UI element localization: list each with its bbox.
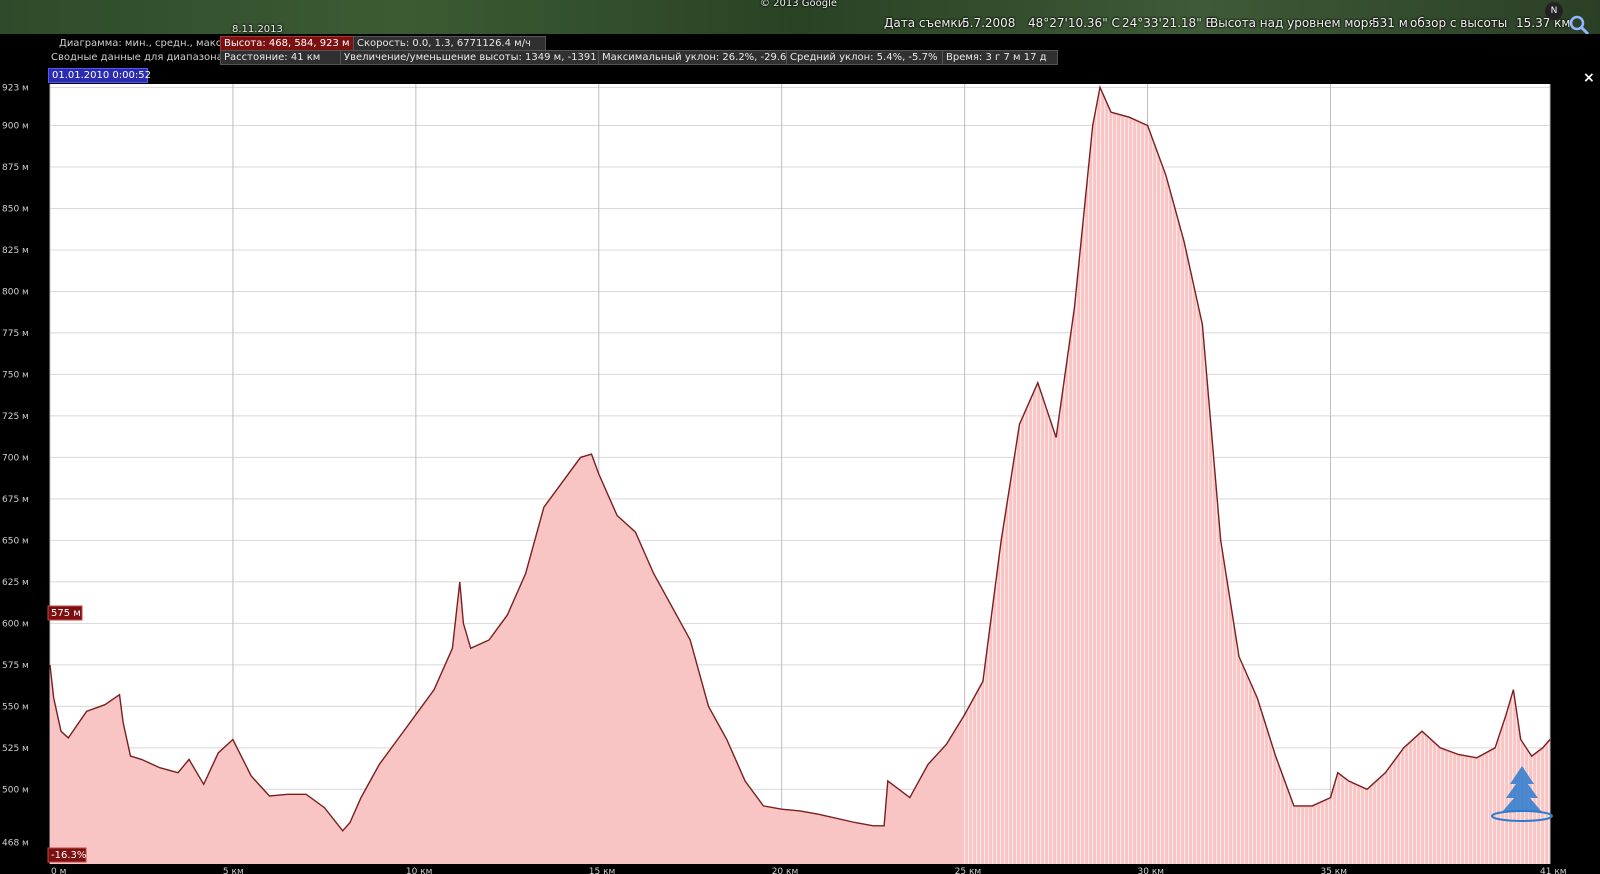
copyright-text: © 2013 Google [760,0,838,9]
y-tick-label: 825 м [2,246,29,256]
y-tick-label: 500 м [2,785,29,795]
x-tick-label: 10 км [406,867,433,874]
y-tick-label: 850 м [2,204,29,214]
height-stat-box[interactable]: Высота: 468, 584, 923 м [220,36,356,51]
y-tick-label: 550 м [2,702,29,712]
y-tick-label: 700 м [2,453,29,463]
elevation-chart[interactable]: 468 м 500 м 525 м 550 м 575 м 600 м 625 м 650 м… [0,80,1600,874]
slope-label: -16.3% [51,850,86,861]
y-tick-label: 750 м [2,370,29,380]
y-tick-label: 650 м [2,536,29,546]
y-tick-label: 875 м [2,163,29,173]
y-tick-label: 600 м [2,619,29,629]
elevation-readout: 531 м [1372,16,1408,30]
plot-area [50,84,1550,864]
terra-logo [1486,762,1558,846]
imagery-date-label: Дата съемки: [884,16,970,30]
y-tick-label: 900 м [2,121,29,131]
max-slope-box: Максимальный уклон: 26.2%, -29.6% [598,50,796,65]
search-icon[interactable] [1568,14,1590,36]
y-tick-label: 775 м [2,329,29,339]
y-tick-label: 800 м [2,287,29,297]
chart-minmax-label: Диаграмма: мин., средн., макс.: [59,38,228,49]
x-tick-label: 20 км [772,867,799,874]
x-tick-label: 25 км [955,867,982,874]
y-tick-label: 725 м [2,412,29,422]
y-tick-label: 625 м [2,578,29,588]
distance-stat-box: Расстояние: 41 км [220,50,346,65]
y-tick-label: 675 м [2,495,29,505]
eye-altitude-label: обзор с высоты [1410,16,1508,30]
longitude-readout: 24°33'21.18" В [1122,16,1214,30]
x-tick-label: 41 км [1540,867,1567,874]
slope-badge: -16.3% [47,847,87,863]
range-summary-label: Сводные данные для диапазона [51,52,223,63]
time-stat-box: Время: 3 г 7 м 17 д [942,50,1058,65]
imagery-date: 5.7.2008 [962,16,1016,30]
tree-logo-icon [1491,766,1553,822]
eye-altitude-readout: 15.37 км [1516,16,1571,30]
x-tick-label: 5 км [223,867,244,874]
y-tick-label: 525 м [2,744,29,754]
x-tick-label: 15 км [589,867,616,874]
marker-value-badge: 575 м [47,605,83,621]
x-axis-labels: 0 м 5 км 10 км 15 км 20 км 25 км 30 км 35 км 41 … [51,867,1567,874]
speed-stat-box[interactable]: Скорость: 0.0, 1.3, 6771126.4 м/ч [353,36,546,51]
y-axis-labels: 468 м 500 м 525 м 550 м 575 м 600 м 625 м 650 м… [2,83,29,848]
elevation-gain-box: Увеличение/уменьшение высоты: 1349 м, -1… [340,50,607,65]
marker-value-label: 575 м [51,608,81,619]
x-tick-label: 30 км [1138,867,1165,874]
latitude-readout: 48°27'10.36" С [1028,16,1120,30]
y-tick-label: 468 м [2,838,29,848]
compass-icon[interactable]: N [1545,2,1563,20]
y-tick-label: 923 м [2,83,29,93]
x-tick-label: 0 м [51,867,66,874]
avg-slope-box: Средний уклон: 5.4%, -5.7% [786,50,948,65]
map-info-bar: © 2013 Google 8.11.2013 Дата съемки: 5.7… [0,0,1600,36]
y-tick-label: 575 м [2,661,29,671]
elevation-label: Высота над уровнем моря: [1210,16,1380,30]
x-tick-label: 35 км [1320,867,1347,874]
